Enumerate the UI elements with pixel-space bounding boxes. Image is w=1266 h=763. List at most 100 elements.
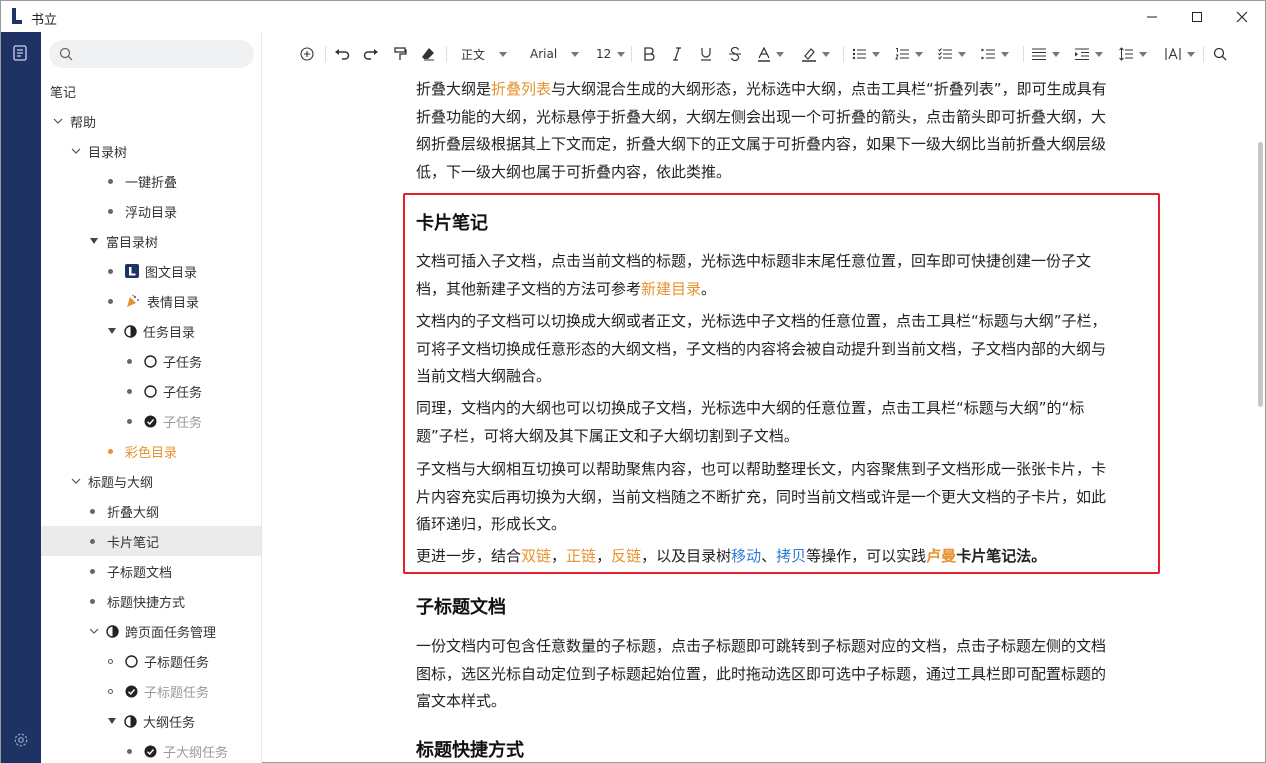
app-logo-icon xyxy=(12,8,22,24)
sidebar-item-cross-page-tasks[interactable]: 跨页面任务管理 xyxy=(41,616,261,646)
sidebar-item-task-toc[interactable]: 任务目录 xyxy=(41,316,261,346)
font-family-select[interactable]: Arial xyxy=(530,44,580,64)
paragraph-style-select[interactable]: 正文 xyxy=(461,44,508,64)
sidebar-item-label: 标题与大纲 xyxy=(88,475,154,491)
sidebar-item-subheading-task[interactable]: 子标题任务 xyxy=(41,646,261,676)
vertical-scrollbar[interactable] xyxy=(1255,76,1265,763)
find-button[interactable] xyxy=(1213,44,1227,64)
sidebar-item-sub-outline-task[interactable]: 子大纲任务 xyxy=(41,736,261,763)
undo-button[interactable] xyxy=(334,44,350,64)
sidebar-item-floating-toc[interactable]: 浮动目录 xyxy=(41,196,261,226)
link-fold-list[interactable]: 折叠列表 xyxy=(491,80,551,98)
chevron-down-icon[interactable] xyxy=(52,115,64,127)
paragraph-card-1: 文档可插入子文档，点击当前文档的标题，光标选中标题非末尾任意位置，回车即可快捷创… xyxy=(416,248,1116,303)
bullet-icon xyxy=(108,268,113,274)
close-button[interactable] xyxy=(1219,1,1265,32)
caret-down-icon xyxy=(1001,51,1009,57)
eraser-icon xyxy=(422,48,434,61)
sidebar-item-color-toc[interactable]: 彩色目录 xyxy=(41,436,261,466)
notes-icon[interactable] xyxy=(13,45,27,61)
link-luhmann[interactable]: 卢曼 xyxy=(926,547,956,565)
scroll-thumb[interactable] xyxy=(1258,142,1263,407)
left-rail xyxy=(1,32,41,763)
strikethrough-button[interactable] xyxy=(729,44,741,64)
settings-icon[interactable] xyxy=(13,732,29,748)
toolbar-divider xyxy=(631,46,632,62)
empty-circle-task-icon[interactable] xyxy=(144,354,157,368)
link-copy[interactable]: 拷贝 xyxy=(776,547,806,565)
fold-list-button[interactable] xyxy=(981,44,1009,64)
bullet-icon xyxy=(127,388,132,394)
sidebar-item-subtask[interactable]: 子任务 xyxy=(41,376,261,406)
sidebar-item-label: 任务目录 xyxy=(143,325,196,341)
sidebar-item-subtask[interactable]: 子任务 xyxy=(41,346,261,376)
sidebar-item-help[interactable]: 帮助 xyxy=(41,106,261,136)
text-run: 更进一步，结合 xyxy=(416,547,522,565)
heading-card-notes: 卡片笔记 xyxy=(416,213,488,234)
sidebar-item-card-notes[interactable]: 卡片笔记 xyxy=(41,526,261,556)
text-size-button[interactable] xyxy=(1165,44,1195,64)
redo-button[interactable] xyxy=(363,44,379,64)
indent-button[interactable] xyxy=(1075,44,1103,64)
checklist-button[interactable] xyxy=(938,44,966,64)
sidebar-item-heading-shortcut[interactable]: 标题快捷方式 xyxy=(41,586,261,616)
numbered-list-button[interactable] xyxy=(895,44,923,64)
underline-icon xyxy=(701,48,711,61)
chevron-down-icon[interactable] xyxy=(70,475,82,487)
font-color-button[interactable] xyxy=(758,44,784,64)
check-circle-icon[interactable] xyxy=(144,415,157,428)
italic-button[interactable] xyxy=(672,44,682,64)
highlight-button[interactable] xyxy=(802,44,830,64)
caret-down-icon xyxy=(958,51,966,57)
bullet-icon xyxy=(90,568,95,574)
close-icon xyxy=(1236,11,1248,22)
sidebar-item-subheading-doc[interactable]: 子标题文档 xyxy=(41,556,261,586)
sidebar-item-subheading-task-done[interactable]: 子标题任务 xyxy=(41,676,261,706)
format-painter-button[interactable] xyxy=(393,44,407,64)
line-height-button[interactable] xyxy=(1119,44,1147,64)
link-reverse-link[interactable]: 反链 xyxy=(611,547,641,565)
sidebar-item-image-toc[interactable]: 图文目录 xyxy=(41,256,261,286)
hollow-bullet-icon xyxy=(108,688,113,694)
check-circle-icon[interactable] xyxy=(125,685,138,698)
search-input[interactable] xyxy=(49,40,254,68)
empty-circle-task-icon[interactable] xyxy=(144,384,157,398)
link-backlink[interactable]: 双链 xyxy=(521,547,551,565)
search-icon xyxy=(59,47,73,61)
triangle-down-icon[interactable] xyxy=(108,328,116,334)
sidebar-item-outline-task[interactable]: 大纲任务 xyxy=(41,706,261,736)
half-circle-task-icon xyxy=(124,324,137,338)
document-body[interactable]: 折叠大纲是折叠列表与大纲混合生成的大纲形态，光标选中大纲，点击工具栏“折叠列表”… xyxy=(263,76,1251,763)
link-forward-link[interactable]: 正链 xyxy=(566,547,596,565)
link-move[interactable]: 移动 xyxy=(731,547,761,565)
sidebar-item-toc-tree[interactable]: 目录树 xyxy=(41,136,261,166)
bullet-icon xyxy=(108,178,113,184)
font-size-select[interactable]: 12 xyxy=(596,44,626,64)
triangle-down-icon[interactable] xyxy=(90,238,98,244)
paragraph-card-4: 子文档与大纲相互切换可以帮助聚焦内容，也可以帮助整理长文，内容聚焦到子文档形成一… xyxy=(416,460,1107,533)
triangle-down-icon[interactable] xyxy=(108,718,116,724)
sidebar-root[interactable]: 笔记 xyxy=(41,76,261,106)
check-circle-icon[interactable] xyxy=(144,745,157,758)
chevron-down-icon[interactable] xyxy=(70,145,82,157)
maximize-button[interactable] xyxy=(1174,1,1220,32)
clear-format-button[interactable] xyxy=(421,44,435,64)
bullet-icon xyxy=(108,298,113,304)
sidebar-item-subtask-done[interactable]: 子任务 xyxy=(41,406,261,436)
sidebar-item-rich-toc[interactable]: 富目录树 xyxy=(41,226,261,256)
align-button[interactable] xyxy=(1032,44,1060,64)
chevron-down-icon[interactable] xyxy=(88,625,100,637)
bold-button[interactable] xyxy=(643,44,655,64)
toolbar-divider xyxy=(1023,46,1024,62)
insert-button[interactable] xyxy=(300,44,314,64)
font-color-icon xyxy=(758,46,770,62)
sidebar-item-emoji-toc[interactable]: 表情目录 xyxy=(41,286,261,316)
sidebar-item-heading-outline[interactable]: 标题与大纲 xyxy=(41,466,261,496)
sidebar-item-fold-outline[interactable]: 折叠大纲 xyxy=(41,496,261,526)
sidebar-item-one-click-fold[interactable]: 一键折叠 xyxy=(41,166,261,196)
empty-circle-task-icon[interactable] xyxy=(125,654,138,668)
bullet-list-button[interactable] xyxy=(852,44,880,64)
underline-button[interactable] xyxy=(700,44,712,64)
minimize-button[interactable] xyxy=(1129,1,1175,32)
link-new-toc[interactable]: 新建目录 xyxy=(641,280,701,298)
